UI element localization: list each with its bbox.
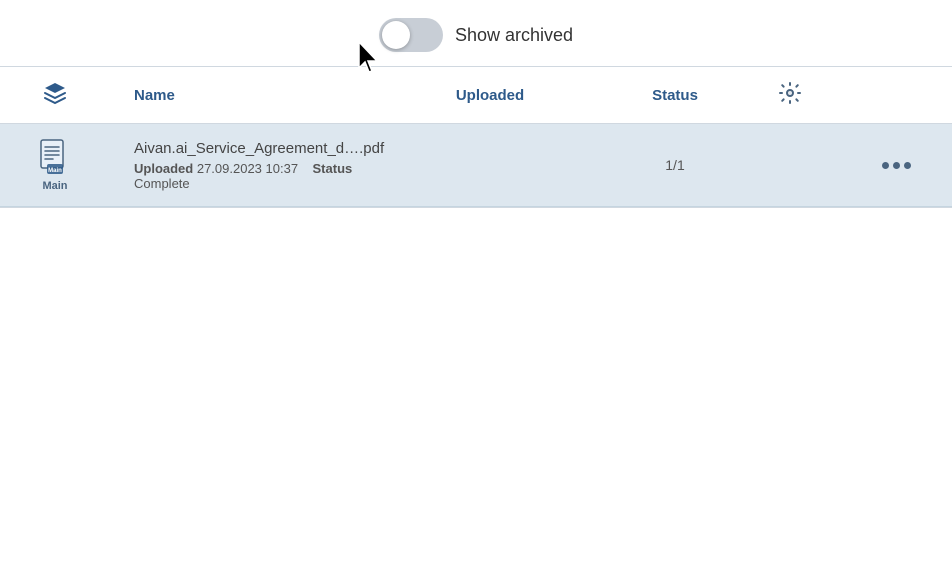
row-status-cell: 1/1: [610, 124, 740, 207]
doc-icon: Main Main: [16, 138, 94, 192]
more-dot-1: [882, 162, 889, 169]
more-dot-2: [893, 162, 900, 169]
row-name-cell: Aivan.ai_Service_Agreement_d….pdf Upload…: [110, 124, 370, 207]
pages-value: 1/1: [665, 157, 684, 173]
col-type-header: [0, 67, 110, 124]
svg-text:Main: Main: [48, 168, 62, 174]
row-actions-cell[interactable]: [840, 124, 952, 207]
gear-icon[interactable]: [778, 81, 802, 105]
documents-table: Name Uploaded Status: [0, 67, 952, 207]
more-dot-3: [904, 162, 911, 169]
doc-type-label: Main: [42, 180, 67, 192]
col-name-header: Name: [110, 67, 370, 124]
show-archived-label: Show archived: [455, 25, 573, 46]
table-row: Main Main Aivan.ai_Service_Agreement_d….…: [0, 124, 952, 207]
toggle-knob: [382, 21, 410, 49]
table-header-row: Name Uploaded Status: [0, 67, 952, 124]
col-actions-header: [840, 67, 952, 124]
row-type-cell: Main Main: [0, 124, 110, 207]
show-archived-toggle[interactable]: [379, 18, 443, 52]
documents-table-wrapper: Name Uploaded Status: [0, 66, 952, 208]
col-status-header: Status: [610, 67, 740, 124]
more-actions-button[interactable]: [856, 162, 936, 169]
file-name: Aivan.ai_Service_Agreement_d….pdf: [134, 140, 354, 157]
layers-icon: [43, 81, 67, 105]
file-meta: Uploaded 27.09.2023 10:37 Status Complet…: [134, 161, 354, 191]
col-uploaded-header: Uploaded: [370, 67, 610, 124]
row-settings-cell: [740, 124, 840, 207]
col-settings-header: [740, 67, 840, 124]
show-archived-toggle-container: Show archived: [379, 18, 573, 52]
document-icon-svg: Main: [37, 138, 73, 176]
top-bar: Show archived: [0, 0, 952, 66]
row-uploaded-cell: [370, 124, 610, 207]
